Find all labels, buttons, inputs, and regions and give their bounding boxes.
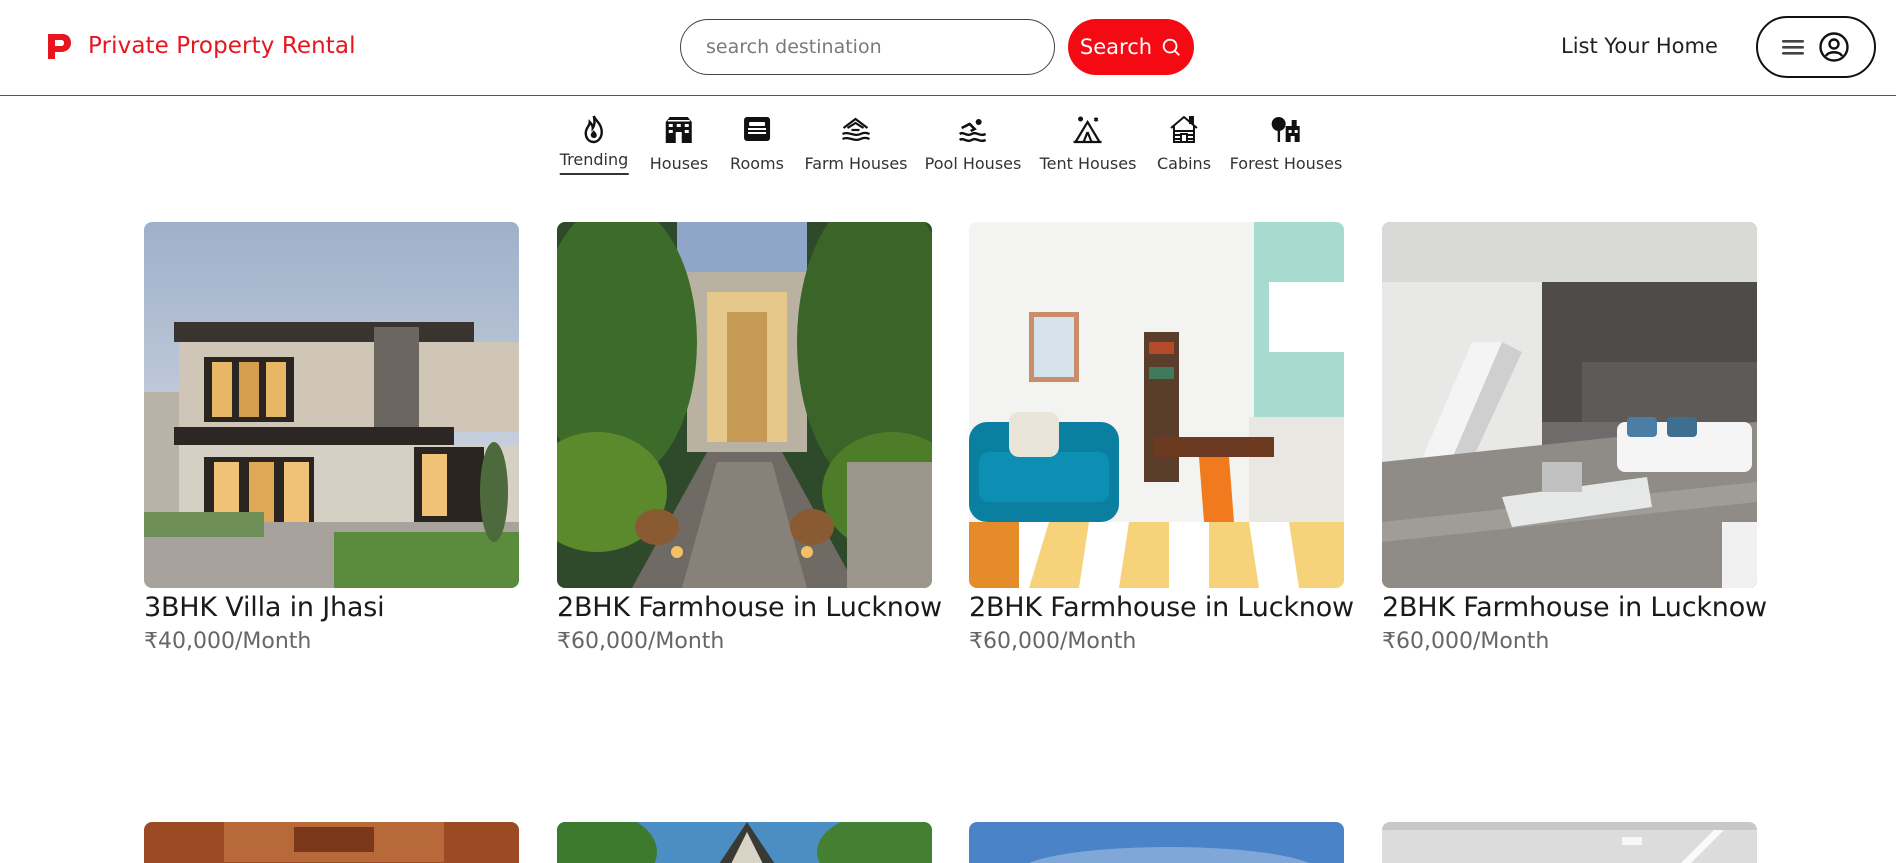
- listing-card[interactable]: [1382, 822, 1757, 863]
- listing-card[interactable]: 3BHK Villa in Jhasi ₹40,000/Month: [144, 222, 519, 654]
- listing-title: 3BHK Villa in Jhasi: [144, 592, 385, 623]
- barn-icon: [840, 112, 872, 146]
- search-button[interactable]: Search: [1068, 19, 1194, 75]
- listing-price: ₹60,000/Month: [557, 629, 725, 654]
- listing-image: [557, 822, 932, 863]
- tent-icon: [1072, 112, 1104, 146]
- user-menu-button[interactable]: [1756, 16, 1876, 78]
- brand-logo-icon: [48, 34, 71, 59]
- listing-card[interactable]: 2BHK Farmhouse in Lucknow ₹60,000/Month: [1382, 222, 1767, 654]
- category-houses[interactable]: Houses: [650, 112, 708, 173]
- category-cabins[interactable]: Cabins: [1157, 112, 1211, 173]
- listing-price: ₹60,000/Month: [1382, 629, 1550, 654]
- bed-icon: [741, 112, 773, 146]
- listing-image: [1382, 822, 1757, 863]
- hamburger-icon: [1782, 40, 1804, 55]
- category-label: Rooms: [730, 154, 784, 173]
- category-forest-houses[interactable]: Forest Houses: [1229, 112, 1343, 173]
- category-label: Cabins: [1156, 154, 1212, 173]
- building-icon: [663, 112, 695, 146]
- category-label: Trending: [559, 150, 629, 175]
- listing-image: [144, 822, 519, 863]
- search-icon: [1162, 38, 1180, 56]
- brand-name: Private Property Rental: [88, 33, 356, 59]
- listing-image: [144, 222, 519, 588]
- listing-image: [557, 222, 932, 588]
- search-input[interactable]: [680, 19, 1055, 75]
- flame-icon: [578, 112, 610, 146]
- swimmer-icon: [957, 112, 989, 146]
- listing-title: 2BHK Farmhouse in Lucknow: [1382, 592, 1767, 623]
- category-trending[interactable]: Trending: [559, 112, 629, 175]
- category-label: Forest Houses: [1229, 154, 1343, 173]
- tree-house-icon: [1270, 112, 1302, 146]
- listing-card[interactable]: [557, 822, 932, 863]
- listing-price: ₹40,000/Month: [144, 629, 312, 654]
- top-navbar: Private Property Rental Search List Your…: [0, 0, 1896, 96]
- listing-image: [969, 822, 1344, 863]
- category-label: Tent Houses: [1039, 154, 1137, 173]
- listing-card[interactable]: [969, 822, 1344, 863]
- listing-image: [969, 222, 1344, 588]
- category-label: Farm Houses: [804, 154, 908, 173]
- listing-card[interactable]: 2BHK Farmhouse in Lucknow ₹60,000/Month: [969, 222, 1354, 654]
- listing-card[interactable]: 2BHK Farmhouse in Lucknow ₹60,000/Month: [557, 222, 942, 654]
- category-tent-houses[interactable]: Tent Houses: [1039, 112, 1137, 173]
- category-rooms[interactable]: Rooms: [730, 112, 784, 173]
- category-farm-houses[interactable]: Farm Houses: [804, 112, 908, 173]
- category-label: Houses: [649, 154, 709, 173]
- category-bar: Trending Houses Rooms Farm Houses Pool H…: [0, 112, 1896, 182]
- cabin-icon: [1168, 112, 1200, 146]
- category-pool-houses[interactable]: Pool Houses: [924, 112, 1022, 173]
- search-bar: Search: [680, 19, 1194, 75]
- listing-title: 2BHK Farmhouse in Lucknow: [557, 592, 942, 623]
- listing-price: ₹60,000/Month: [969, 629, 1137, 654]
- listing-title: 2BHK Farmhouse in Lucknow: [969, 592, 1354, 623]
- brand-link[interactable]: Private Property Rental: [42, 30, 356, 62]
- listing-image: [1382, 222, 1757, 588]
- list-your-home-link[interactable]: List Your Home: [1561, 34, 1718, 58]
- listing-card[interactable]: [144, 822, 519, 863]
- category-label: Pool Houses: [924, 154, 1022, 173]
- search-button-label: Search: [1079, 35, 1153, 59]
- user-avatar-icon: [1819, 32, 1849, 62]
